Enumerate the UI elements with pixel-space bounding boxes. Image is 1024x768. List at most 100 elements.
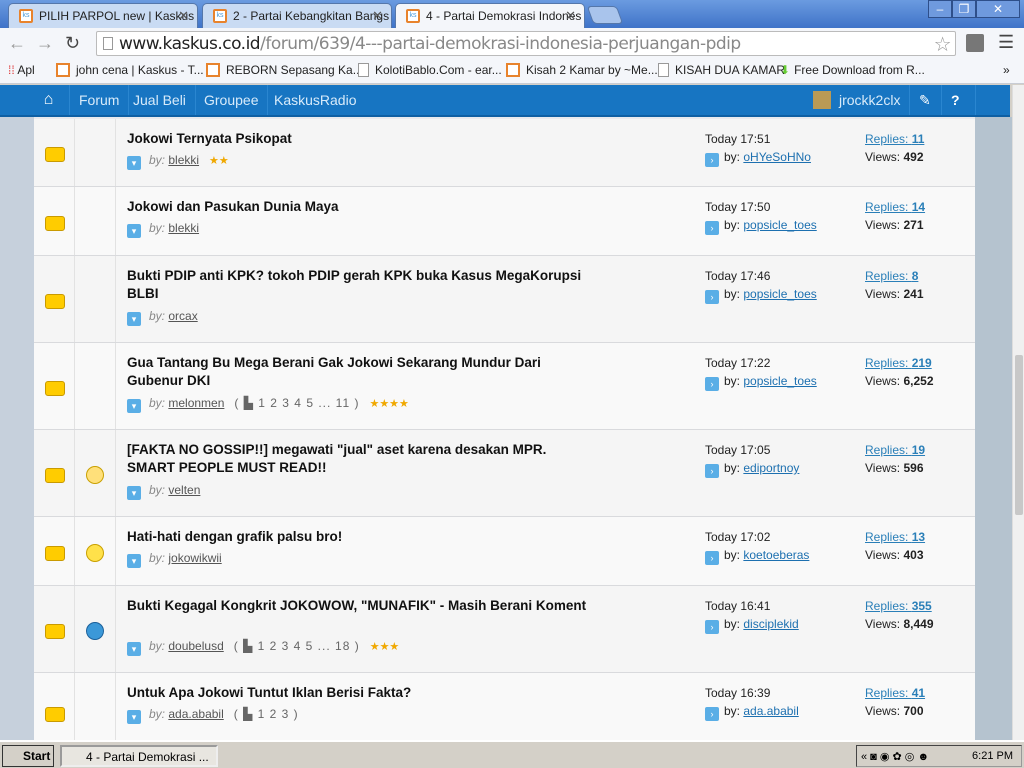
author-link[interactable]: jokowikwii: [168, 551, 221, 565]
page-links[interactable]: ( ▙ 1 2 3 ): [234, 707, 299, 721]
avatar[interactable]: [813, 91, 831, 109]
username-link[interactable]: jrockk2clx: [830, 85, 911, 115]
last-poster-link[interactable]: disciplekid: [743, 617, 798, 631]
tray-icons[interactable]: « ◙ ◉ ✿ ◎ ☻: [861, 751, 929, 763]
thread-title[interactable]: Hati-hati dengan grafik palsu bro!: [127, 528, 597, 546]
replies-link[interactable]: Replies: 355: [865, 599, 932, 613]
go-to-last-post-icon[interactable]: ›: [705, 620, 719, 634]
nav-kaskusradio[interactable]: KaskusRadio: [265, 85, 366, 115]
last-poster-link[interactable]: popsicle_toes: [743, 287, 816, 301]
replies-link[interactable]: Replies: 8: [865, 269, 918, 283]
replies-link[interactable]: Replies: 19: [865, 443, 925, 457]
thread-meta: ▾ by: blekki: [127, 221, 199, 238]
tab-pdip[interactable]: ks 4 - Partai Demokrasi Indones ✕: [395, 3, 585, 28]
minimize-button[interactable]: –: [928, 0, 952, 18]
home-icon[interactable]: ⌂: [28, 85, 70, 115]
author-link[interactable]: blekki: [168, 153, 199, 167]
last-poster-link[interactable]: popsicle_toes: [743, 218, 816, 232]
thread-meta: ▾ by: velten: [127, 483, 200, 500]
chevron-down-icon[interactable]: ▾: [127, 642, 141, 656]
menu-icon[interactable]: ☰: [998, 32, 1014, 53]
author-link[interactable]: orcax: [168, 309, 197, 323]
back-icon[interactable]: ←: [8, 33, 26, 54]
go-to-last-post-icon[interactable]: ›: [705, 707, 719, 721]
scrollbar[interactable]: [1012, 85, 1024, 740]
chevron-down-icon[interactable]: ▾: [127, 312, 141, 326]
last-poster-link[interactable]: ediportnoy: [743, 461, 799, 475]
last-post-time: Today 17:50: [705, 200, 771, 214]
replies-link[interactable]: Replies: 14: [865, 200, 925, 214]
nav-forum[interactable]: Forum: [70, 85, 130, 115]
replies-link[interactable]: Replies: 219: [865, 356, 932, 370]
last-poster-link[interactable]: oHYeSoHNo: [743, 150, 811, 164]
replies-link[interactable]: Replies: 11: [865, 132, 924, 146]
author-link[interactable]: velten: [168, 483, 200, 497]
go-to-last-post-icon[interactable]: ›: [705, 290, 719, 304]
last-poster-link[interactable]: ada.ababil: [743, 704, 798, 718]
bookmark[interactable]: Kisah 2 Kamar by ~Me...: [506, 63, 658, 77]
taskbar-chrome-window[interactable]: 4 - Partai Demokrasi ...: [60, 745, 218, 767]
author-link[interactable]: ada.ababil: [168, 707, 223, 721]
close-tab-icon[interactable]: ✕: [178, 8, 189, 24]
replies-link[interactable]: Replies: 13: [865, 530, 925, 544]
go-to-last-post-icon[interactable]: ›: [705, 377, 719, 391]
close-tab-icon[interactable]: ✕: [372, 8, 383, 24]
author-link[interactable]: melonmen: [168, 396, 224, 410]
address-bar[interactable]: www.kaskus.co.id/forum/639/4---partai-de…: [96, 31, 956, 56]
go-to-last-post-icon[interactable]: ›: [705, 221, 719, 235]
bookmark-apps[interactable]: ⁞⁞ Apl: [8, 63, 35, 77]
forum-content: Jokowi Ternyata Psikopat ▾ by: blekki ★★ T…: [0, 117, 1012, 740]
author-link[interactable]: doubelusd: [168, 639, 223, 653]
bookmark[interactable]: KISAH DUA KAMAR: [658, 63, 785, 77]
forward-icon[interactable]: →: [36, 33, 54, 54]
close-window-button[interactable]: ✕: [976, 0, 1020, 18]
download-arrow-icon: ⬇: [780, 63, 791, 77]
page-links[interactable]: ( ▙ 1 2 3 4 5 ... 11 ): [234, 396, 359, 410]
author-link[interactable]: blekki: [168, 221, 199, 235]
chevron-down-icon[interactable]: ▾: [127, 399, 141, 413]
go-to-last-post-icon[interactable]: ›: [705, 464, 719, 478]
tab-pilih-parpol[interactable]: ks PILIH PARPOL new | Kaskus ✕: [8, 3, 198, 28]
scrollbar-thumb[interactable]: [1015, 355, 1023, 515]
pencil-icon[interactable]: ✎: [910, 85, 942, 115]
bookmark[interactable]: KolotiBablo.Com - ear...: [358, 63, 502, 77]
page-links[interactable]: ( ▙ 1 2 3 4 5 ... 18 ): [234, 639, 360, 653]
go-to-last-post-icon[interactable]: ›: [705, 153, 719, 167]
thread-row: Jokowi Ternyata Psikopat ▾ by: blekki ★★ T…: [34, 119, 975, 187]
chevron-down-icon[interactable]: ▾: [127, 554, 141, 568]
new-tab-button[interactable]: [586, 6, 624, 24]
thread-title[interactable]: [FAKTA NO GOSSIP!!] megawati "jual" aset…: [127, 441, 597, 477]
last-poster-link[interactable]: popsicle_toes: [743, 374, 816, 388]
last-post: Today 16:41 › by: disciplekid: [705, 599, 799, 634]
thread-title[interactable]: Gua Tantang Bu Mega Berani Gak Jokowi Se…: [127, 354, 597, 390]
nav-jual-beli[interactable]: Jual Beli: [124, 85, 196, 115]
thread-title[interactable]: Bukti PDIP anti KPK? tokoh PDIP gerah KP…: [127, 267, 597, 303]
bookmark[interactable]: REBORN Sepasang Ka...: [206, 63, 363, 77]
thread-title[interactable]: Untuk Apa Jokowi Tuntut Iklan Berisi Fak…: [127, 684, 597, 702]
reload-icon[interactable]: ↻: [65, 33, 80, 54]
more-bookmarks[interactable]: »: [1003, 63, 1010, 77]
views-count: Views: 6,252: [865, 374, 934, 388]
last-poster-link[interactable]: koetoeberas: [743, 548, 809, 562]
thread-title[interactable]: Bukti Kegagal Kongkrit JOKOWOW, "MUNAFIK…: [127, 597, 597, 615]
chevron-down-icon[interactable]: ▾: [127, 156, 141, 170]
bookmark[interactable]: john cena | Kaskus - T...: [56, 63, 204, 77]
chevron-down-icon[interactable]: ▾: [127, 224, 141, 238]
views-count: Views: 403: [865, 548, 924, 562]
close-tab-icon[interactable]: ✕: [565, 8, 576, 24]
chevron-down-icon[interactable]: ▾: [127, 710, 141, 724]
thread-meta: ▾ by: doubelusd( ▙ 1 2 3 4 5 ... 18 ) ★★★: [127, 639, 399, 656]
thread-title[interactable]: Jokowi dan Pasukan Dunia Maya: [127, 198, 597, 216]
chevron-down-icon[interactable]: ▾: [127, 486, 141, 500]
start-button[interactable]: Start: [2, 745, 54, 767]
help-icon[interactable]: ?: [942, 85, 976, 115]
thread-title[interactable]: Jokowi Ternyata Psikopat: [127, 130, 597, 148]
bookmark-star-icon[interactable]: ☆: [934, 32, 952, 56]
replies-link[interactable]: Replies: 41: [865, 686, 925, 700]
extension-icon[interactable]: [966, 34, 984, 52]
restore-button[interactable]: ❐: [952, 0, 976, 18]
bookmark[interactable]: ⬇ Free Download from R...: [780, 63, 925, 77]
tab-pkb[interactable]: ks 2 - Partai Kebangkitan Bangs ✕: [202, 3, 392, 28]
go-to-last-post-icon[interactable]: ›: [705, 551, 719, 565]
nav-groupee[interactable]: Groupee: [195, 85, 269, 115]
